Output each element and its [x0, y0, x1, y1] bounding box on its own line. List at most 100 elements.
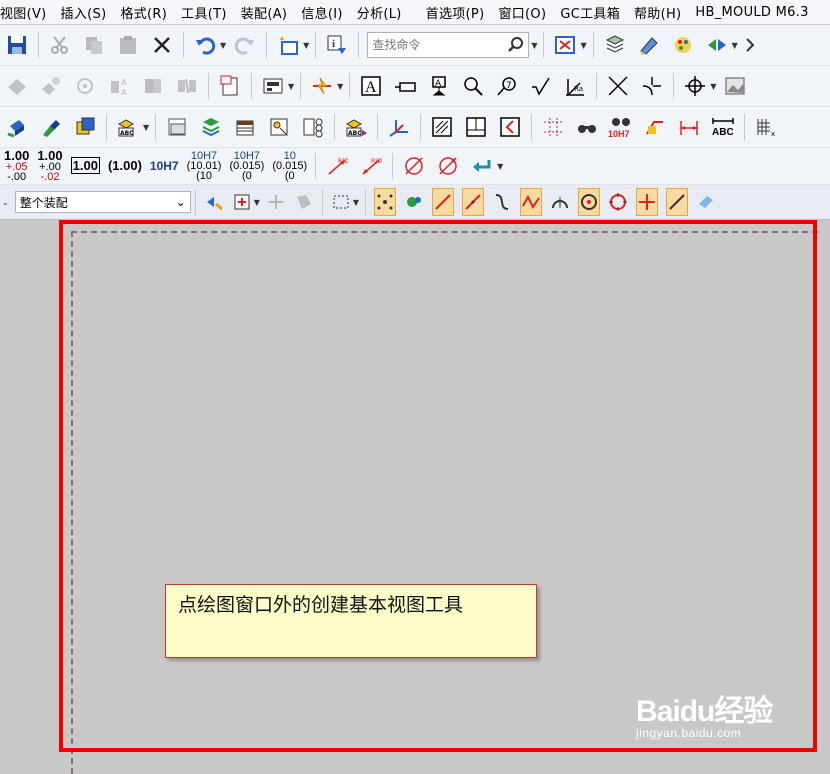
- radius-to-center-icon[interactable]: R|Ø: [358, 152, 384, 180]
- hole-callout-icon[interactable]: 10H7: [608, 113, 634, 141]
- ordinate-dimension-icon[interactable]: [540, 113, 566, 141]
- color-palette-icon[interactable]: [670, 31, 696, 59]
- part-table-icon[interactable]: [232, 113, 258, 141]
- command-search-input[interactable]: [368, 37, 507, 53]
- snap-quadrant-icon[interactable]: [608, 188, 628, 216]
- paste-icon[interactable]: [115, 31, 141, 59]
- abc-dimension-icon[interactable]: ABC: [710, 113, 736, 141]
- area-fill-icon[interactable]: [463, 113, 489, 141]
- centerline-icon[interactable]: [682, 72, 708, 100]
- copy-icon[interactable]: [81, 31, 107, 59]
- snap-arc-center-icon[interactable]: [550, 188, 570, 216]
- menu-help[interactable]: 帮助(H): [627, 3, 688, 22]
- chevron-right-icon[interactable]: [744, 31, 756, 59]
- menu-assembly[interactable]: 装配(A): [234, 3, 295, 22]
- chevron-down-icon[interactable]: ▼: [497, 162, 503, 171]
- update-view-icon[interactable]: [309, 72, 335, 100]
- horizontal-dimension-icon[interactable]: [676, 113, 702, 141]
- menu-hb-mould[interactable]: HB_MOULD M6.3: [688, 5, 815, 20]
- hatch-icon[interactable]: [429, 113, 455, 141]
- tolerance-fit-deviation[interactable]: 10H7 (0.015) (0: [229, 151, 264, 182]
- view-detail-icon[interactable]: [72, 72, 98, 100]
- menu-tools[interactable]: 工具(T): [174, 3, 234, 22]
- tolerance-fit[interactable]: 10H7: [150, 160, 179, 172]
- selection-arrow-icon[interactable]: [204, 188, 224, 216]
- intersection-symbol-icon[interactable]: [605, 72, 631, 100]
- tolerance-unilateral[interactable]: 1.00 +.00 -.02: [37, 149, 62, 183]
- snap-settings-icon[interactable]: [404, 188, 424, 216]
- layer-icon[interactable]: [602, 31, 628, 59]
- menu-window[interactable]: 窗口(O): [491, 3, 553, 22]
- save-icon[interactable]: [4, 31, 30, 59]
- hole-diameter-icon[interactable]: [435, 152, 461, 180]
- break-line-icon[interactable]: [497, 113, 523, 141]
- chevron-down-icon[interactable]: ▼: [254, 198, 260, 207]
- view-break-icon[interactable]: [174, 72, 200, 100]
- chevron-down-icon[interactable]: ▼: [303, 41, 309, 50]
- menu-view[interactable]: 视图(V): [0, 3, 54, 22]
- scope-filter-select[interactable]: 整个装配 ⌄: [14, 191, 191, 213]
- table-note-icon[interactable]: [164, 113, 190, 141]
- chevron-down-icon[interactable]: ▼: [288, 82, 294, 91]
- view-section-icon[interactable]: AA: [106, 72, 132, 100]
- select-group-icon[interactable]: [232, 188, 252, 216]
- snap-center-icon[interactable]: [578, 188, 601, 216]
- balloon-list-icon[interactable]: [300, 113, 326, 141]
- select-face-icon[interactable]: [294, 188, 314, 216]
- diameter-icon[interactable]: [401, 152, 427, 180]
- cut-icon[interactable]: [47, 31, 73, 59]
- auto-balloon-abc-icon[interactable]: ABC: [343, 113, 369, 141]
- drawing-view-icon[interactable]: [260, 72, 286, 100]
- menu-preferences[interactable]: 首选项(P): [419, 3, 492, 22]
- command-search[interactable]: [367, 32, 530, 58]
- chevron-down-icon[interactable]: ▼: [710, 82, 716, 91]
- tolerance-limit[interactable]: 10 (0.015) (0: [272, 151, 307, 182]
- chevron-down-icon[interactable]: ▼: [220, 41, 226, 50]
- info-icon[interactable]: i: [324, 31, 350, 59]
- view-projected-icon[interactable]: [38, 72, 64, 100]
- snap-existing-point-icon[interactable]: [636, 188, 659, 216]
- weld-symbol-icon[interactable]: Ra: [562, 72, 588, 100]
- hole-table-list-icon[interactable]: [266, 113, 292, 141]
- stack-table-icon[interactable]: [198, 113, 224, 141]
- note-icon[interactable]: A: [358, 72, 384, 100]
- snap-on-curve-icon[interactable]: [666, 188, 689, 216]
- menu-gc-toolbox[interactable]: GC工具箱: [553, 3, 627, 22]
- rectangle-select-icon[interactable]: [331, 188, 351, 216]
- chevron-down-icon[interactable]: ▼: [580, 41, 586, 50]
- tolerance-bilateral[interactable]: 1.00 +.05 -.00: [4, 149, 29, 183]
- snap-on-surface-icon[interactable]: [696, 188, 716, 216]
- chevron-down-icon[interactable]: ▼: [732, 41, 738, 50]
- chamfer-dimension-icon[interactable]: [642, 113, 668, 141]
- chevron-down-icon[interactable]: ▼: [531, 41, 537, 50]
- redo-icon[interactable]: [232, 31, 258, 59]
- menu-format[interactable]: 格式(R): [113, 3, 174, 22]
- part-list-icon[interactable]: [72, 113, 98, 141]
- menu-info[interactable]: 信息(I): [294, 3, 349, 22]
- chevron-down-icon[interactable]: ▼: [353, 198, 359, 207]
- tabular-note-icon[interactable]: [38, 113, 64, 141]
- undo-icon[interactable]: [192, 31, 218, 59]
- new-sheet-icon[interactable]: [275, 31, 301, 59]
- tolerance-reference[interactable]: (1.00): [108, 159, 142, 172]
- inspection-dimension-icon[interactable]: [574, 113, 600, 141]
- delete-icon[interactable]: [149, 31, 175, 59]
- table-cell-icon[interactable]: x: [753, 113, 779, 141]
- fit-view-icon[interactable]: [552, 31, 578, 59]
- snap-control-point-icon[interactable]: [492, 188, 512, 216]
- coordinate-icon[interactable]: [386, 113, 412, 141]
- view-base-icon[interactable]: [4, 72, 30, 100]
- tolerance-basic[interactable]: 1.00: [70, 156, 100, 174]
- select-curve-icon[interactable]: [266, 188, 286, 216]
- datum-target-icon[interactable]: [460, 72, 486, 100]
- menu-insert[interactable]: 插入(S): [54, 3, 114, 22]
- view-half-section-icon[interactable]: [140, 72, 166, 100]
- snap-point-icon[interactable]: [374, 188, 397, 216]
- snap-intersection-icon[interactable]: [520, 188, 543, 216]
- image-icon[interactable]: [722, 72, 748, 100]
- target-point-icon[interactable]: [639, 72, 665, 100]
- reset-arrow-icon[interactable]: [469, 152, 495, 180]
- auto-balloon-icon[interactable]: ABC: [115, 113, 141, 141]
- show-hide-icon[interactable]: [704, 31, 730, 59]
- chevron-down-icon[interactable]: ▼: [143, 123, 149, 132]
